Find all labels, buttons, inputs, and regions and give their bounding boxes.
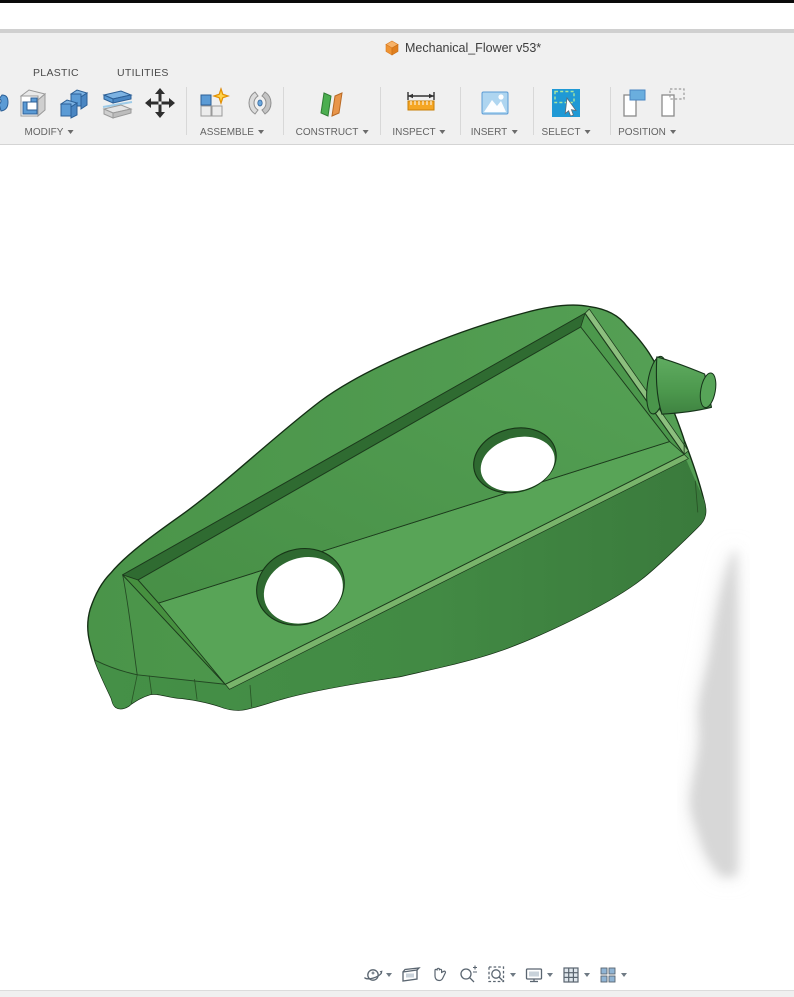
look-at-button[interactable]: [399, 964, 421, 986]
zoom-button[interactable]: [457, 964, 479, 986]
grid-snaps-button[interactable]: [560, 964, 590, 986]
document-cube-icon: [385, 40, 399, 56]
tab-utilities[interactable]: UTILITIES: [117, 67, 169, 79]
model-body[interactable]: [87, 304, 719, 711]
chevron-down-icon: [67, 130, 74, 134]
move-icon[interactable]: [142, 85, 178, 121]
side-pin[interactable]: [643, 355, 718, 415]
look-at-icon: [401, 967, 421, 982]
pan-icon: [433, 967, 446, 982]
ribbon-header: Mechanical_Flower v53* PLASTIC UTILITIES: [0, 33, 794, 145]
combine-icon[interactable]: [56, 85, 92, 121]
select-icon[interactable]: [548, 85, 584, 121]
toolbar: MODIFY ASSEMBLE CONSTRUCT INSPECT INSERT…: [0, 83, 794, 145]
pan-button[interactable]: [428, 964, 450, 986]
chevron-down-icon: [669, 130, 676, 134]
group-separator: [380, 87, 381, 135]
insert-image-icon[interactable]: [477, 85, 513, 121]
joint-icon[interactable]: [242, 85, 278, 121]
bottom-strip: [0, 990, 794, 997]
display-settings-button[interactable]: [523, 964, 553, 986]
fit-button[interactable]: [486, 964, 516, 986]
group-separator: [533, 87, 534, 135]
top-black-bar: [0, 0, 794, 3]
group-label-insert[interactable]: INSERT: [471, 125, 518, 139]
group-separator: [283, 87, 284, 135]
new-component-icon[interactable]: [196, 85, 232, 121]
grid-icon: [562, 967, 579, 983]
chevron-down-icon: [362, 130, 369, 134]
group-label-inspect[interactable]: INSPECT: [392, 125, 446, 139]
chevron-down-icon: [620, 973, 627, 977]
view-nav-toolbar: [358, 960, 630, 990]
group-label-select[interactable]: SELECT: [542, 125, 591, 139]
chevron-down-icon: [509, 973, 516, 977]
viewports-button[interactable]: [597, 964, 627, 986]
orbit-button[interactable]: [362, 964, 392, 986]
fit-icon: [487, 966, 504, 983]
document-tab[interactable]: Mechanical_Flower v53*: [384, 40, 541, 56]
clipped-tool-icon[interactable]: [0, 85, 10, 121]
group-separator: [460, 87, 461, 135]
chevron-down-icon: [439, 130, 446, 134]
orbit-icon: [363, 969, 382, 981]
revert-position-icon[interactable]: [656, 85, 692, 121]
display-settings-icon: [525, 968, 542, 983]
shell-icon[interactable]: [14, 85, 50, 121]
document-title: Mechanical_Flower v53*: [405, 41, 542, 55]
chevron-down-icon: [385, 973, 392, 977]
construction-plane-icon[interactable]: [315, 85, 351, 121]
group-label-modify[interactable]: MODIFY: [25, 125, 74, 139]
group-separator: [610, 87, 611, 135]
model-canvas: [87, 304, 737, 876]
measure-icon[interactable]: [403, 85, 439, 121]
group-separator: [186, 87, 187, 135]
tab-plastic[interactable]: PLASTIC: [33, 67, 79, 79]
chevron-down-icon: [584, 130, 591, 134]
fusion360-window: Mechanical_Flower v53* PLASTIC UTILITIES: [0, 0, 794, 997]
split-body-icon[interactable]: [99, 85, 135, 121]
chevron-down-icon: [583, 973, 590, 977]
group-label-construct[interactable]: CONSTRUCT: [296, 125, 369, 139]
capture-position-icon[interactable]: [618, 85, 654, 121]
zoom-icon: [459, 965, 477, 983]
group-label-assemble[interactable]: ASSEMBLE: [200, 125, 264, 139]
chevron-down-icon: [511, 130, 518, 134]
chevron-down-icon: [546, 973, 553, 977]
model-viewport[interactable]: [0, 145, 794, 997]
model-shadow: [690, 549, 737, 876]
group-label-position[interactable]: POSITION: [618, 125, 676, 139]
ribbon-tab-row: PLASTIC UTILITIES: [0, 67, 794, 83]
chevron-down-icon: [257, 130, 264, 134]
viewports-icon: [600, 967, 615, 983]
